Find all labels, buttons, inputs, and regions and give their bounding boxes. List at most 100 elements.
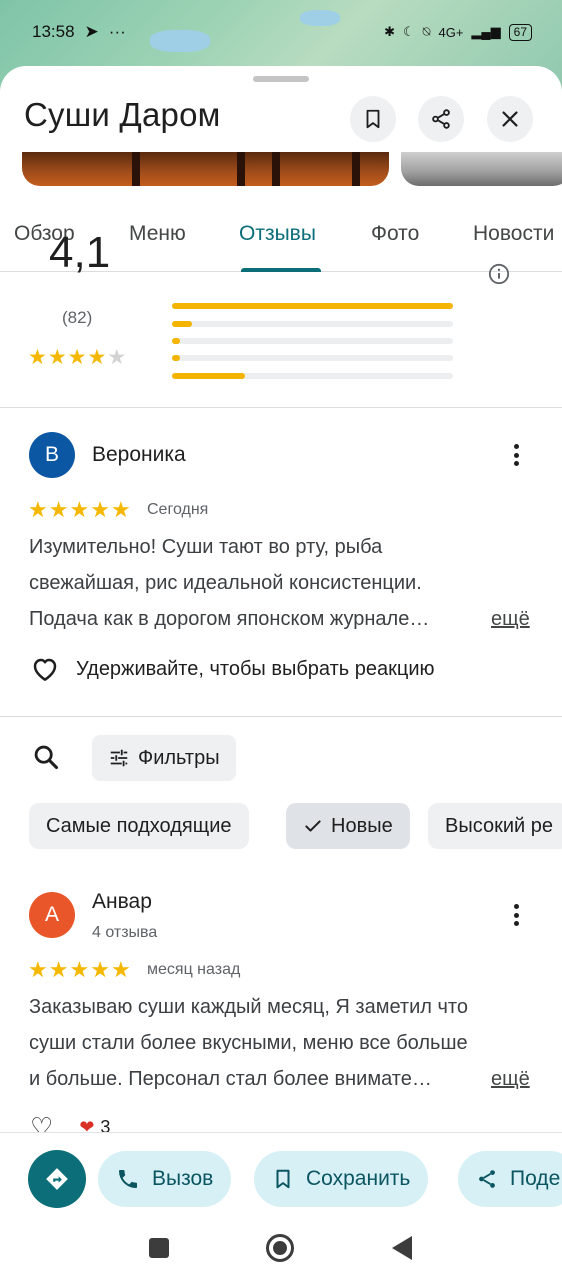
star-icon: ★ (110, 497, 131, 522)
star-icon: ★ (67, 346, 87, 369)
rating-bar-1 (172, 373, 453, 379)
review-text: Изумительно! Суши тают во рту, рыба свеж… (29, 529, 489, 637)
star-icon: ★ (47, 346, 67, 369)
share-label: Поде (510, 1167, 561, 1190)
review-author[interactable]: Анвар (92, 890, 152, 914)
review-date: Сегодня (147, 501, 209, 518)
bluetooth-icon: ✱ (384, 24, 396, 39)
star-icon: ★ (28, 497, 48, 522)
star-icon: ★ (48, 957, 69, 982)
star-icon: ★ (110, 957, 131, 982)
bookmark-icon (366, 109, 380, 129)
share-icon (432, 109, 450, 129)
rating-bar-fill (172, 321, 192, 327)
more-notifications-icon: ··· (108, 22, 126, 41)
close-icon (502, 111, 518, 127)
review-line: Изумительно! Суши тают во рту, рыба (29, 536, 383, 558)
review-count: 4 отзыва (92, 924, 158, 941)
chip-highest-rating[interactable]: Высокий ре (428, 803, 562, 849)
back-button[interactable] (392, 1236, 412, 1260)
rating-bar-3 (172, 338, 453, 344)
more-options-icon[interactable] (504, 901, 528, 929)
muted-icon: ⍉ (422, 24, 431, 39)
tab-reviews[interactable]: Отзывы (239, 222, 316, 246)
sliders-icon (110, 749, 128, 767)
chip-label: Новые (331, 814, 393, 837)
rating-bar-fill (172, 355, 181, 361)
place-photo[interactable] (22, 152, 389, 186)
rating-count: (82) (62, 308, 93, 327)
share-button[interactable]: Поде (458, 1151, 562, 1207)
tab-photos[interactable]: Фото (371, 222, 419, 246)
review-stars: ★ ★ ★ ★ ★ (28, 497, 131, 522)
chip-newest[interactable]: Новые (286, 803, 410, 849)
tab-news[interactable]: Новости (473, 222, 554, 246)
directions-button[interactable] (28, 1150, 86, 1208)
call-label: Вызов (152, 1167, 214, 1190)
sheet-drag-handle[interactable] (253, 76, 309, 82)
star-icon: ★ (69, 957, 90, 982)
close-button[interactable] (487, 96, 533, 142)
place-photo[interactable] (401, 152, 562, 186)
read-more-link[interactable]: ещё (491, 1068, 530, 1091)
review-line: суши стали более вкусными, меню все боль… (29, 1032, 468, 1054)
active-tab-indicator (241, 268, 321, 272)
star-icon: ★ (69, 497, 90, 522)
rating-bar-fill (172, 303, 453, 309)
star-icon: ★ (90, 957, 110, 982)
save-place-button[interactable] (350, 96, 396, 142)
reaction-button[interactable]: Удерживайте, чтобы выбрать реакцию (30, 654, 435, 684)
rating-bar-5 (172, 303, 453, 309)
review-stars: ★ ★ ★ ★ ★ (28, 957, 131, 982)
navigation-arrow-icon: ➤ (84, 22, 99, 41)
network-label: 4G+ (438, 24, 464, 40)
home-button[interactable] (266, 1234, 294, 1262)
star-icon: ★ (28, 346, 47, 369)
rating-bar-4 (172, 321, 453, 327)
battery-icon: 67 (508, 23, 532, 41)
chip-most-relevant[interactable]: Самые подходящие (29, 803, 249, 849)
share-place-button[interactable] (418, 96, 464, 142)
info-icon[interactable] (488, 263, 510, 285)
place-title: Суши Даром (24, 96, 221, 133)
bookmark-icon (276, 1169, 290, 1189)
chip-label: Высокий ре (445, 814, 553, 837)
divider (0, 407, 562, 408)
review-author[interactable]: Вероника (92, 443, 186, 467)
system-nav-bar (0, 1230, 562, 1280)
phone-icon (119, 1170, 137, 1188)
save-button[interactable]: Сохранить (254, 1151, 429, 1207)
filters-label: Фильтры (138, 746, 220, 769)
review-line: Заказываю суши каждый месяц, Я заметил ч… (29, 996, 468, 1018)
recents-button[interactable] (149, 1238, 169, 1258)
reaction-hint: Удерживайте, чтобы выбрать реакцию (76, 657, 435, 680)
search-icon[interactable] (32, 743, 60, 771)
review-line: Подача как в дорогом японском журнале… (29, 608, 430, 630)
status-time: 13:58 (32, 22, 75, 41)
star-icon: ★ (28, 957, 48, 982)
chip-label: Самые подходящие (46, 814, 232, 837)
star-empty-icon: ★ (107, 346, 127, 369)
avatar-initial: А (44, 903, 59, 926)
call-button[interactable]: Вызов (98, 1151, 232, 1207)
read-more-link[interactable]: ещё (491, 608, 530, 631)
review-line: и больше. Персонал стал более внимате… (29, 1068, 432, 1090)
do-not-disturb-icon: ☾ (403, 24, 415, 39)
review-text: Заказываю суши каждый месяц, Я заметил ч… (29, 989, 489, 1097)
save-label: Сохранить (306, 1167, 411, 1190)
average-rating: 4,1 (49, 228, 111, 277)
rating-bar-fill (172, 338, 181, 344)
average-rating-stars: ★ ★ ★ ★ ★ (28, 347, 126, 368)
star-icon: ★ (90, 497, 110, 522)
signal-icon: ▂▄▆ (471, 24, 501, 39)
avatar[interactable]: А (29, 892, 75, 938)
share-icon (479, 1170, 495, 1188)
tab-menu[interactable]: Меню (129, 222, 186, 246)
check-icon (305, 820, 321, 832)
filters-button[interactable]: Фильтры (92, 735, 236, 781)
avatar[interactable]: В (29, 432, 75, 478)
more-options-icon[interactable] (504, 441, 528, 469)
review-line: свежайшая, рис идеальной консистенции. (29, 572, 422, 594)
directions-icon (46, 1168, 68, 1190)
star-icon: ★ (48, 497, 69, 522)
